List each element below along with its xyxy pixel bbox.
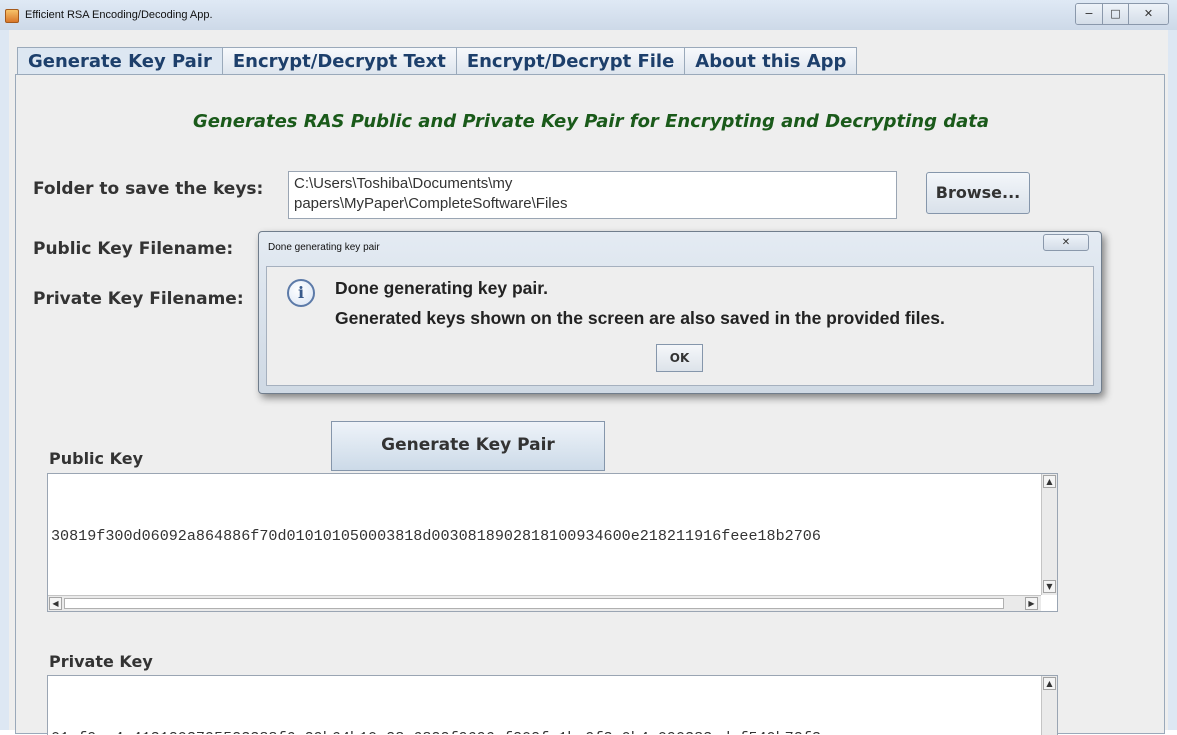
dialog-message-line-1: Done generating key pair. xyxy=(335,278,548,298)
window-frame-left xyxy=(0,30,9,730)
maximize-button[interactable]: □ xyxy=(1102,4,1128,24)
folder-path-line: C:\Users\Toshiba\Documents\my xyxy=(294,175,513,192)
java-app-icon xyxy=(5,9,19,23)
scroll-left-arrow-icon[interactable]: ◀ xyxy=(49,597,62,610)
folder-label: Folder to save the keys: xyxy=(33,179,264,199)
dialog-title: Done generating key pair xyxy=(268,242,380,253)
private-key-textarea[interactable]: 01af9cc4e4131203795523388f6e29b64b10c28e… xyxy=(47,675,1058,735)
public-key-vertical-scrollbar[interactable]: ▲ ▼ xyxy=(1041,474,1057,595)
public-key-filename-label: Public Key Filename: xyxy=(33,239,234,259)
close-button[interactable]: ✕ xyxy=(1128,4,1168,24)
private-key-line: 01af9cc4e4131203795523388f6e29b64b10c28e… xyxy=(51,726,1037,734)
private-key-label: Private Key xyxy=(49,652,153,671)
dialog-close-button[interactable]: ✕ xyxy=(1043,234,1089,251)
scroll-up-arrow-icon[interactable]: ▲ xyxy=(1043,475,1056,488)
generate-key-pair-button[interactable]: Generate Key Pair xyxy=(331,421,605,471)
panel-subtitle: Generates RAS Public and Private Key Pai… xyxy=(192,111,990,132)
generate-key-pair-panel: Generates RAS Public and Private Key Pai… xyxy=(15,74,1165,735)
window-frame-right xyxy=(1168,30,1177,730)
tab-generate-key-pair[interactable]: Generate Key Pair xyxy=(17,47,223,75)
window-controls: − □ ✕ xyxy=(1075,3,1169,25)
dialog-body: i Done generating key pair. Generated ke… xyxy=(266,266,1094,386)
horizontal-scroll-thumb[interactable] xyxy=(64,598,1004,609)
dialog-message-line-2: Generated keys shown on the screen are a… xyxy=(335,308,945,328)
scroll-right-arrow-icon[interactable]: ▶ xyxy=(1025,597,1038,610)
browse-button[interactable]: Browse... xyxy=(926,172,1030,214)
folder-path-field[interactable]: C:\Users\Toshiba\Documents\my papers\MyP… xyxy=(288,171,897,219)
tab-bar: Generate Key Pair Encrypt/Decrypt Text E… xyxy=(17,47,858,75)
ok-button[interactable]: OK xyxy=(656,344,703,372)
public-key-label: Public Key xyxy=(49,449,143,468)
folder-path-line: papers\MyPaper\CompleteSoftware\Files xyxy=(294,195,568,212)
public-key-line: 30819f300d06092a864886f70d01010105000381… xyxy=(51,527,821,545)
title-bar: Efficient RSA Encoding/Decoding App. − □… xyxy=(0,0,1177,31)
public-key-text: 30819f300d06092a864886f70d01010105000381… xyxy=(51,476,1037,588)
private-key-vertical-scrollbar[interactable]: ▲ xyxy=(1041,676,1057,735)
minimize-button[interactable]: − xyxy=(1076,4,1102,24)
public-key-textarea[interactable]: 30819f300d06092a864886f70d01010105000381… xyxy=(47,473,1058,612)
public-key-horizontal-scrollbar[interactable]: ◀ ▶ xyxy=(48,595,1041,611)
tab-about[interactable]: About this App xyxy=(684,47,858,75)
info-icon: i xyxy=(287,279,315,307)
info-dialog: Done generating key pair ✕ i Done genera… xyxy=(258,231,1102,394)
window-title: Efficient RSA Encoding/Decoding App. xyxy=(25,9,213,21)
scroll-up-arrow-icon[interactable]: ▲ xyxy=(1043,677,1056,690)
private-key-filename-label: Private Key Filename: xyxy=(33,289,244,309)
scroll-down-arrow-icon[interactable]: ▼ xyxy=(1043,580,1056,593)
private-key-text: 01af9cc4e4131203795523388f6e29b64b10c28e… xyxy=(51,678,1037,734)
tab-encrypt-decrypt-text[interactable]: Encrypt/Decrypt Text xyxy=(221,47,457,75)
tab-encrypt-decrypt-file[interactable]: Encrypt/Decrypt File xyxy=(455,47,686,75)
